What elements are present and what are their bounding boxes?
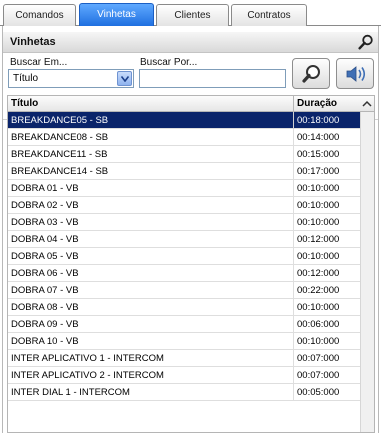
cell-duracao: 00:12:000 [293, 231, 360, 248]
table-row[interactable]: DOBRA 05 - VB 00:10:000 [8, 248, 360, 265]
vinhetas-panel: Vinhetas Buscar Em... Buscar Por... Títu… [2, 26, 379, 433]
cell-duracao: 00:10:000 [293, 214, 360, 231]
tab-contratos[interactable]: Contratos [231, 4, 307, 26]
cell-duracao: 00:10:000 [293, 333, 360, 350]
cell-duracao: 00:05:000 [293, 384, 360, 401]
column-header-titulo[interactable]: Título [11, 98, 38, 109]
chevron-down-icon[interactable] [117, 71, 132, 86]
table-header: Título Duração [8, 96, 374, 112]
cell-duracao: 00:07:000 [293, 350, 360, 367]
table-row[interactable]: DOBRA 01 - VB 00:10:000 [8, 180, 360, 197]
tab-comandos[interactable]: Comandos [3, 4, 76, 26]
table-row[interactable]: BREAKDANCE14 - SB 00:17:000 [8, 163, 360, 180]
table-row[interactable]: DOBRA 09 - VB 00:06:000 [8, 316, 360, 333]
cell-titulo: DOBRA 03 - VB [11, 217, 79, 228]
cell-titulo: DOBRA 10 - VB [11, 336, 79, 347]
table-row[interactable]: DOBRA 07 - VB 00:22:000 [8, 282, 360, 299]
cell-duracao: 00:15:000 [293, 146, 360, 163]
cell-titulo: BREAKDANCE14 - SB [11, 166, 109, 177]
cell-duracao: 00:12:000 [293, 265, 360, 282]
column-header-duracao[interactable]: Duração [293, 96, 360, 112]
table-row[interactable]: DOBRA 03 - VB 00:10:000 [8, 214, 360, 231]
speaker-icon [346, 66, 366, 82]
panel-title-bar: Vinhetas [3, 32, 378, 53]
cell-titulo: INTER APLICATIVO 1 - INTERCOM [11, 353, 164, 364]
table-row[interactable]: BREAKDANCE08 - SB 00:14:000 [8, 129, 360, 146]
cell-titulo: DOBRA 05 - VB [11, 251, 79, 262]
table-row[interactable]: DOBRA 08 - VB 00:10:000 [8, 299, 360, 316]
table-row[interactable]: INTER APLICATIVO 2 - INTERCOM 00:07:000 [8, 367, 360, 384]
tab-bar: Comandos Vinhetas Clientes Contratos [0, 0, 381, 26]
cell-titulo: INTER APLICATIVO 2 - INTERCOM [11, 370, 164, 381]
table-row[interactable]: INTER APLICATIVO 1 - INTERCOM 00:07:000 [8, 350, 360, 367]
table-body: BREAKDANCE05 - SB 00:18:000 BREAKDANCE08 -… [8, 112, 360, 401]
cell-duracao: 00:10:000 [293, 197, 360, 214]
cell-duracao: 00:10:000 [293, 180, 360, 197]
cell-duracao: 00:17:000 [293, 163, 360, 180]
cell-titulo: INTER DIAL 1 - INTERCOM [11, 387, 130, 398]
table-row[interactable]: DOBRA 10 - VB 00:10:000 [8, 333, 360, 350]
cell-duracao: 00:10:000 [293, 248, 360, 265]
table-row[interactable]: INTER DIAL 1 - INTERCOM 00:05:000 [8, 384, 360, 401]
audio-preview-button[interactable] [336, 58, 374, 89]
cell-duracao: 00:10:000 [293, 299, 360, 316]
tab-vinhetas[interactable]: Vinhetas [79, 3, 154, 26]
table-row[interactable]: DOBRA 02 - VB 00:10:000 [8, 197, 360, 214]
vinhetas-table: Título Duração BREAKDANCE05 - SB 00:18:00… [7, 95, 375, 433]
tab-clientes[interactable]: Clientes [156, 4, 229, 26]
cell-titulo: DOBRA 04 - VB [11, 234, 79, 245]
sort-up-icon[interactable] [362, 99, 372, 109]
buscar-por-label: Buscar Por... [140, 57, 198, 68]
buscar-em-label: Buscar Em... [10, 57, 68, 68]
table-row[interactable]: DOBRA 04 - VB 00:12:000 [8, 231, 360, 248]
table-row[interactable]: BREAKDANCE05 - SB 00:18:000 [8, 112, 360, 129]
cell-titulo: DOBRA 07 - VB [11, 285, 79, 296]
cell-titulo: DOBRA 02 - VB [11, 200, 79, 211]
cell-titulo: DOBRA 01 - VB [11, 183, 79, 194]
magnifier-icon [302, 65, 320, 83]
cell-titulo: BREAKDANCE11 - SB [11, 149, 108, 160]
cell-duracao: 00:07:000 [293, 367, 360, 384]
table-row[interactable]: BREAKDANCE11 - SB 00:15:000 [8, 146, 360, 163]
search-field-value: Título [13, 73, 39, 84]
cell-duracao: 00:18:000 [293, 112, 360, 129]
search-button[interactable] [292, 58, 330, 89]
cell-titulo: DOBRA 06 - VB [11, 268, 79, 279]
cell-titulo: BREAKDANCE05 - SB [11, 115, 109, 126]
search-input[interactable] [139, 69, 286, 88]
cell-titulo: BREAKDANCE08 - SB [11, 132, 109, 143]
cell-duracao: 00:22:000 [293, 282, 360, 299]
cell-titulo: DOBRA 08 - VB [11, 302, 79, 313]
cell-duracao: 00:06:000 [293, 316, 360, 333]
cell-duracao: 00:14:000 [293, 129, 360, 146]
vertical-scrollbar[interactable] [360, 112, 374, 432]
panel-title: Vinhetas [10, 36, 56, 48]
magnifier-icon[interactable] [358, 34, 374, 50]
search-field-select[interactable]: Título [8, 69, 134, 88]
table-row[interactable]: DOBRA 06 - VB 00:12:000 [8, 265, 360, 282]
cell-titulo: DOBRA 09 - VB [11, 319, 79, 330]
